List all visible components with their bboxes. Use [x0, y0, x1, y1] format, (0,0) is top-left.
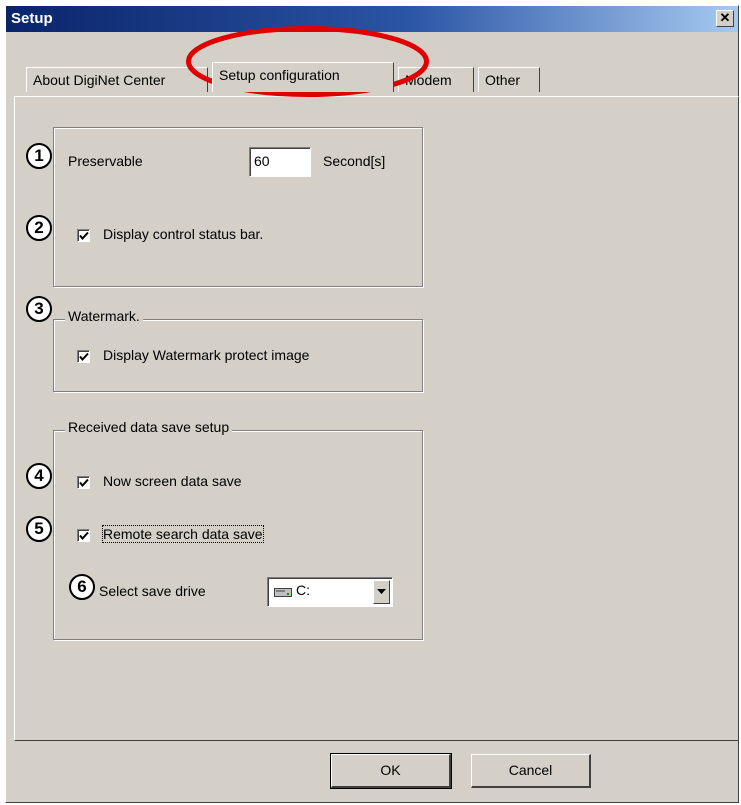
- remote-search-save-checkbox[interactable]: [77, 529, 90, 542]
- chevron-down-icon[interactable]: [373, 580, 390, 604]
- check-icon: [79, 478, 89, 488]
- tab-label: Setup configuration: [219, 67, 340, 83]
- marker-6: 6: [69, 574, 95, 600]
- ok-button[interactable]: OK: [330, 753, 452, 789]
- marker-5: 5: [26, 516, 52, 542]
- marker-4: 4: [26, 463, 52, 489]
- watermark-protect-checkbox[interactable]: [77, 350, 90, 363]
- setup-dialog: Setup ✕ About DigiNet Center Setup confi…: [5, 5, 739, 803]
- drive-value: C:: [296, 582, 310, 598]
- marker-2: 2: [26, 215, 52, 241]
- tab-label: About DigiNet Center: [33, 72, 166, 88]
- received-data-group-title: Received data save setup: [65, 419, 233, 435]
- status-bar-label: Display control status bar.: [103, 226, 264, 242]
- preservable-seconds-input[interactable]: 60: [249, 147, 311, 177]
- marker-3: 3: [26, 296, 52, 322]
- check-icon: [79, 531, 89, 541]
- tab-setup-configuration[interactable]: Setup configuration: [212, 62, 394, 92]
- close-icon[interactable]: ✕: [716, 10, 734, 27]
- cancel-button[interactable]: Cancel: [471, 754, 591, 788]
- tab-label: Other: [485, 72, 521, 88]
- marker-1: 1: [26, 143, 52, 169]
- tab-about-diginet-center[interactable]: About DigiNet Center: [26, 67, 208, 92]
- preservable-value: 60: [254, 153, 270, 169]
- select-save-drive-label: Select save drive: [99, 583, 206, 599]
- remote-search-save-label: Remote search data save: [102, 525, 264, 543]
- window-title: Setup: [11, 10, 53, 27]
- general-group: [53, 127, 423, 287]
- drive-icon: [274, 588, 292, 597]
- tab-panel-setup-configuration: Preservable 60 Second[s] Display control…: [14, 96, 739, 741]
- save-drive-select[interactable]: C:: [267, 577, 393, 607]
- seconds-unit-label: Second[s]: [323, 153, 386, 169]
- status-bar-checkbox[interactable]: [77, 229, 90, 242]
- watermark-group-title: Watermark.: [65, 308, 143, 324]
- now-screen-save-label: Now screen data save: [103, 473, 242, 489]
- check-icon: [79, 352, 89, 362]
- watermark-protect-label: Display Watermark protect image: [103, 347, 310, 363]
- check-icon: [79, 231, 89, 241]
- now-screen-save-checkbox[interactable]: [77, 476, 90, 489]
- tab-other[interactable]: Other: [478, 67, 540, 92]
- preservable-label: Preservable: [68, 153, 143, 169]
